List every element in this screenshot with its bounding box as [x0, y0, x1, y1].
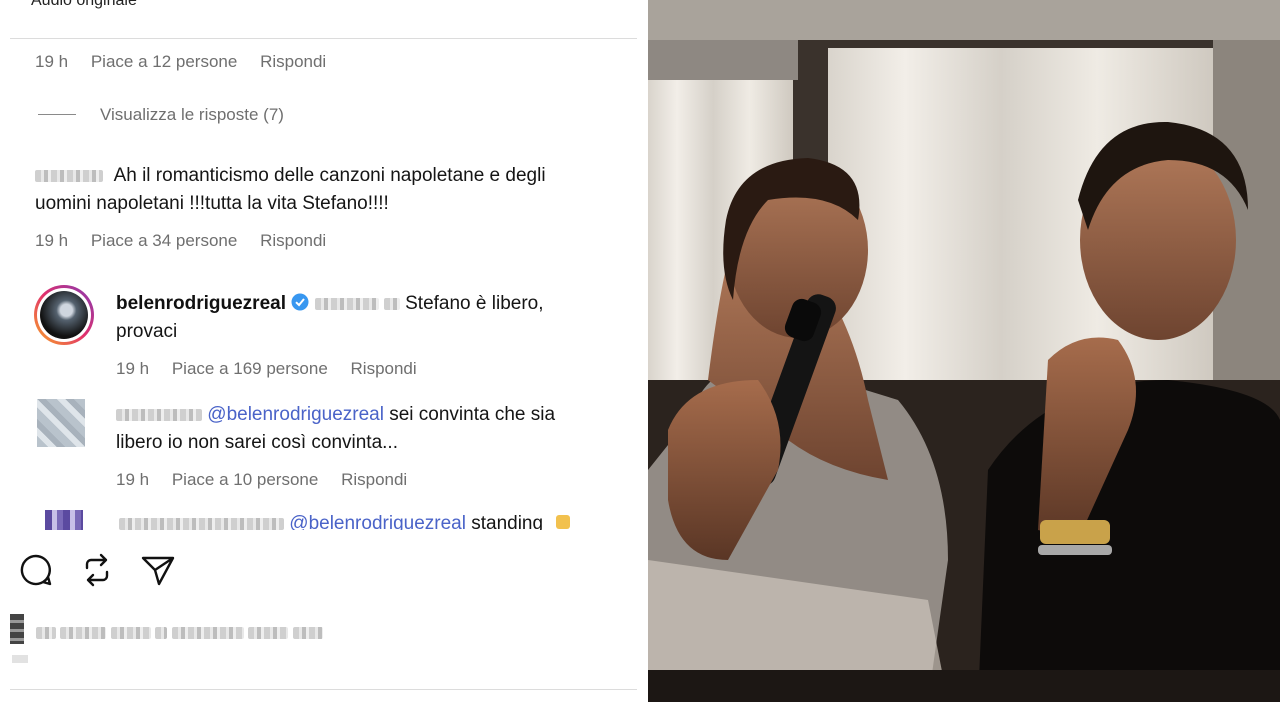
- blurred-avatar: [10, 614, 24, 644]
- divider: [10, 38, 637, 39]
- comment-text: belenrodriguezreal Stefano è libero, pro…: [116, 293, 544, 342]
- partial-comment: @belenrodriguezreal standing: [0, 506, 648, 530]
- karaoke-photo: [648, 0, 1280, 702]
- comment-meta: 19 h Piace a 34 persone Rispondi: [35, 231, 344, 251]
- reply-button[interactable]: Rispondi: [341, 470, 407, 489]
- likes-count[interactable]: Piace a 10 persone: [172, 470, 319, 489]
- comment-time: 19 h: [116, 359, 150, 378]
- replies-line: [38, 114, 76, 115]
- comment-time: 19 h: [35, 231, 69, 250]
- likes-count[interactable]: Piace a 34 persone: [91, 231, 238, 250]
- comment-icon[interactable]: [18, 552, 54, 588]
- blurred-username: [116, 408, 202, 421]
- likes-count[interactable]: Piace a 12 persone: [91, 52, 238, 71]
- blurred-username: [119, 517, 284, 530]
- verified-badge-icon: [291, 293, 309, 311]
- repost-icon[interactable]: [80, 552, 114, 588]
- mention-link[interactable]: @belenrodriguezreal: [207, 404, 384, 425]
- username-link[interactable]: belenrodriguezreal: [116, 293, 286, 314]
- share-icon[interactable]: [140, 552, 176, 588]
- comment-time: 19 h: [35, 52, 69, 71]
- blurred-liked-by: [36, 624, 323, 642]
- avatar[interactable]: [45, 510, 83, 530]
- reply-button[interactable]: Rispondi: [260, 231, 326, 250]
- mention-link[interactable]: @belenrodriguezreal: [289, 513, 466, 530]
- video-still-image: [648, 0, 1280, 702]
- avatar[interactable]: [40, 291, 88, 339]
- story-ring[interactable]: [34, 285, 94, 345]
- comment-meta: 19 h Piace a 12 persone Rispondi: [35, 52, 344, 72]
- comment-text: Ah il romanticismo delle canzoni napolet…: [35, 165, 546, 214]
- reply-button[interactable]: Rispondi: [351, 359, 417, 378]
- divider: [10, 689, 637, 690]
- comment-time: 19 h: [116, 470, 150, 489]
- comment-text: @belenrodriguezreal sei convinta che sia…: [116, 404, 556, 453]
- emoji-icon: [556, 515, 571, 529]
- blurred-username: [35, 169, 103, 182]
- avatar[interactable]: [37, 399, 85, 447]
- blurred-mention: [314, 297, 379, 310]
- audio-label[interactable]: Audio originale: [31, 0, 137, 10]
- view-replies-button[interactable]: Visualizza le risposte (7): [100, 105, 284, 125]
- comments-panel: Audio originale 19 h Piace a 12 persone …: [0, 0, 648, 702]
- likes-count[interactable]: Piace a 169 persone: [172, 359, 328, 378]
- comment-meta: 19 h Piace a 169 persone Rispondi: [116, 359, 435, 379]
- reply-button[interactable]: Rispondi: [260, 52, 326, 71]
- comment-meta: 19 h Piace a 10 persone Rispondi: [116, 470, 425, 490]
